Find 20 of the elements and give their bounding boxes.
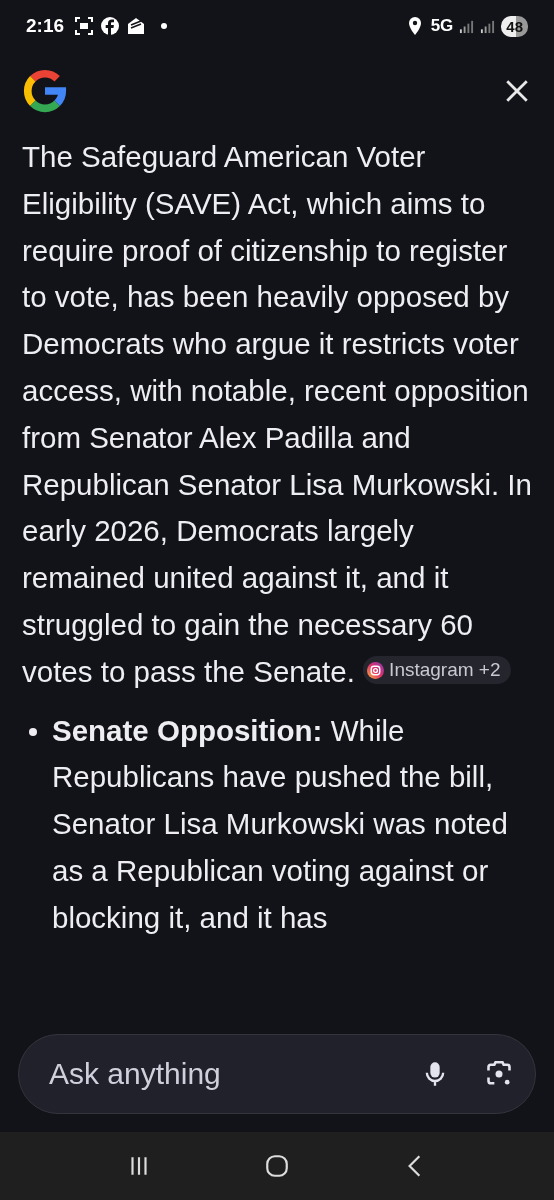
signal-icon <box>480 18 496 34</box>
signal-icon <box>459 18 475 34</box>
screenshot-icon <box>74 16 95 36</box>
close-icon[interactable] <box>504 78 530 104</box>
google-logo-icon <box>22 68 68 114</box>
clock-time: 2:16 <box>26 15 65 37</box>
network-type: 5G <box>430 16 454 36</box>
bullet-text: Senate Opposition: While Republicans have pushed the bill, Senator Lisa Murkowski was noted as a Republican voting against or blocking it, and it has <box>52 712 509 936</box>
answer-paragraph: The Safeguard American Voter Eligibility (SAVE) Act, which aims to require proof of citizenship to register to vote, has been heavily opposed by Democrats who argue it restricts voter access, with notable, recent opposition from Senator Alex Padilla and Republican Senator Lisa Murkowski. In early 2026, Democrats largely remained united against it, and it struggled to gain the necessary 60 votes to pass the Senate. Instagram +2 <box>22 139 533 690</box>
more-notifications-icon <box>160 22 169 30</box>
bullet-icon <box>29 727 37 736</box>
ask-input-field[interactable]: Ask anything <box>47 1056 385 1092</box>
app-notification-icon <box>126 16 147 36</box>
instagram-icon <box>367 661 385 679</box>
battery-level: 48 <box>501 15 528 37</box>
source-chip[interactable]: Instagram +2 <box>363 656 511 685</box>
camera-search-icon[interactable] <box>485 1060 513 1088</box>
facebook-icon <box>100 16 121 36</box>
search-bar[interactable]: Ask anything <box>18 1034 536 1114</box>
home-icon[interactable] <box>264 1153 290 1179</box>
